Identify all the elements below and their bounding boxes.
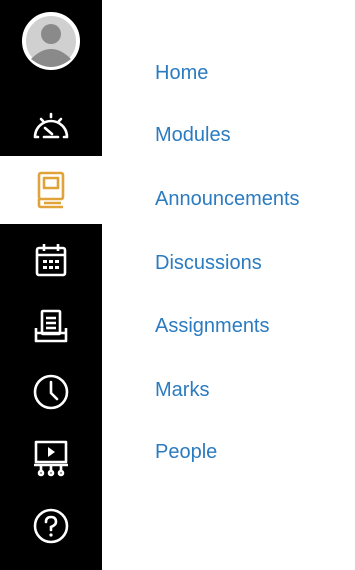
help-icon	[33, 508, 69, 544]
course-link-home[interactable]: Home	[155, 61, 208, 85]
speedometer-icon	[33, 112, 69, 139]
inbox-icon	[34, 309, 68, 343]
nav-calendar[interactable]	[0, 228, 102, 292]
user-avatar-icon	[22, 12, 80, 70]
course-link-announcements[interactable]: Announcements	[155, 187, 300, 211]
nav-studio[interactable]	[0, 426, 102, 490]
book-icon	[37, 171, 65, 209]
nav-courses[interactable]	[0, 156, 102, 224]
presentation-icon	[34, 440, 68, 477]
course-link-discussions[interactable]: Discussions	[155, 251, 262, 275]
clock-icon	[33, 374, 69, 410]
course-link-modules[interactable]: Modules	[155, 123, 231, 147]
course-link-people[interactable]: People	[155, 440, 217, 464]
course-link-marks[interactable]: Marks	[155, 378, 209, 402]
nav-dashboard[interactable]	[0, 92, 102, 156]
nav-history[interactable]	[0, 360, 102, 424]
global-navigation	[0, 0, 102, 570]
nav-account[interactable]	[0, 5, 102, 77]
nav-inbox[interactable]	[0, 294, 102, 358]
nav-help[interactable]	[0, 494, 102, 558]
course-link-assignments[interactable]: Assignments	[155, 314, 270, 338]
calendar-icon	[35, 244, 67, 277]
